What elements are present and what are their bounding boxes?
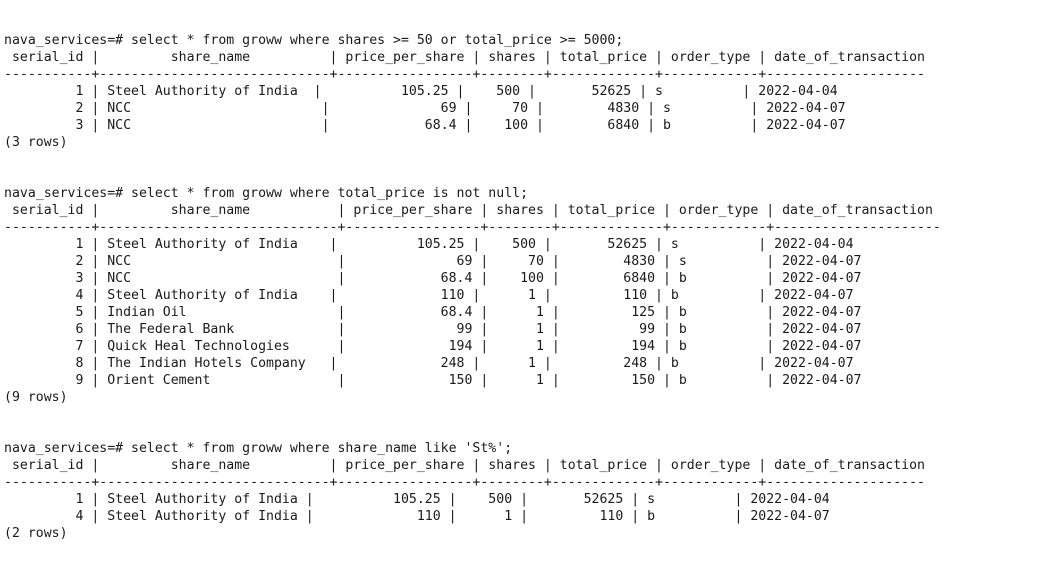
sql-command: nava_services=# select * from groww wher… [4,33,624,48]
table-separator: -----------+----------------------------… [4,67,925,82]
row-count: (9 rows) [4,390,68,405]
table-separator: -----------+----------------------------… [4,475,925,490]
table-row: 1 | Steel Authority of India | 105.25 | … [4,492,830,507]
table-row: 7 | Quick Heal Technologies | 194 | 1 | … [4,339,862,354]
table-row: 1 | Steel Authority of India | 105.25 | … [4,237,854,252]
sql-command: nava_services=# select * from groww wher… [4,441,513,456]
row-count: (3 rows) [4,135,68,150]
table-row: 2 | NCC | 69 | 70 | 4830 | s | 2022-04-0… [4,101,846,116]
table-row: 4 | Steel Authority of India | 110 | 1 |… [4,288,854,303]
table-row: 3 | NCC | 68.4 | 100 | 6840 | b | 2022-0… [4,118,846,133]
table-row: 1 | Steel Authority of India | 105.25 | … [4,84,838,99]
table-separator: -----------+----------------------------… [4,220,941,235]
table-row: 6 | The Federal Bank | 99 | 1 | 99 | b |… [4,322,862,337]
table-row: 5 | Indian Oil | 68.4 | 1 | 125 | b | 20… [4,305,862,320]
table-row: 3 | NCC | 68.4 | 100 | 6840 | b | 2022-0… [4,271,862,286]
table-row: 9 | Orient Cement | 150 | 1 | 150 | b | … [4,373,862,388]
table-row: 8 | The Indian Hotels Company | 248 | 1 … [4,356,854,371]
row-count: (2 rows) [4,526,68,541]
table-row: 4 | Steel Authority of India | 110 | 1 |… [4,509,830,524]
table-header: serial_id | share_name | price_per_share… [4,458,925,473]
table-header: serial_id | share_name | price_per_share… [4,203,933,218]
terminal-output[interactable]: nava_services=# select * from groww wher… [0,0,1061,567]
sql-command: nava_services=# select * from groww wher… [4,186,529,201]
table-header: serial_id | share_name | price_per_share… [4,50,925,65]
table-row: 2 | NCC | 69 | 70 | 4830 | s | 2022-04-0… [4,254,862,269]
